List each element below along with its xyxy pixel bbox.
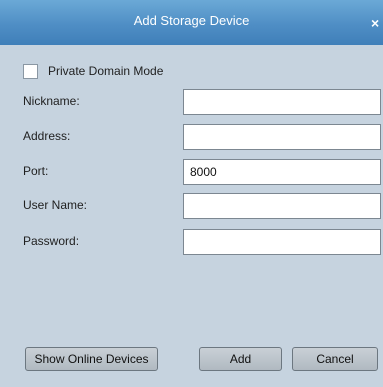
nickname-field[interactable] [183, 89, 381, 115]
nickname-label: Nickname: [23, 94, 80, 108]
port-field[interactable] [183, 159, 381, 185]
dialog-body: Private Domain Mode Nickname: Address: P… [0, 45, 383, 387]
address-label: Address: [23, 129, 71, 143]
cancel-button[interactable]: Cancel [292, 347, 378, 371]
add-storage-device-dialog: Add Storage Device × Private Domain Mode… [0, 0, 383, 387]
private-domain-mode-checkbox[interactable] [23, 63, 38, 79]
password-field[interactable] [183, 229, 381, 255]
password-label: Password: [23, 234, 80, 248]
private-domain-mode-label: Private Domain Mode [48, 64, 164, 78]
dialog-titlebar: Add Storage Device × [0, 0, 383, 45]
user-name-field[interactable] [183, 193, 381, 219]
private-domain-mode-row: Private Domain Mode [23, 62, 163, 80]
dialog-title: Add Storage Device [133, 13, 250, 28]
user-name-label: User Name: [23, 198, 88, 212]
close-icon[interactable]: × [371, 16, 383, 30]
add-button[interactable]: Add [199, 347, 282, 371]
port-label: Port: [23, 164, 49, 178]
show-online-devices-button[interactable]: Show Online Devices [25, 347, 158, 371]
address-field[interactable] [183, 124, 381, 150]
